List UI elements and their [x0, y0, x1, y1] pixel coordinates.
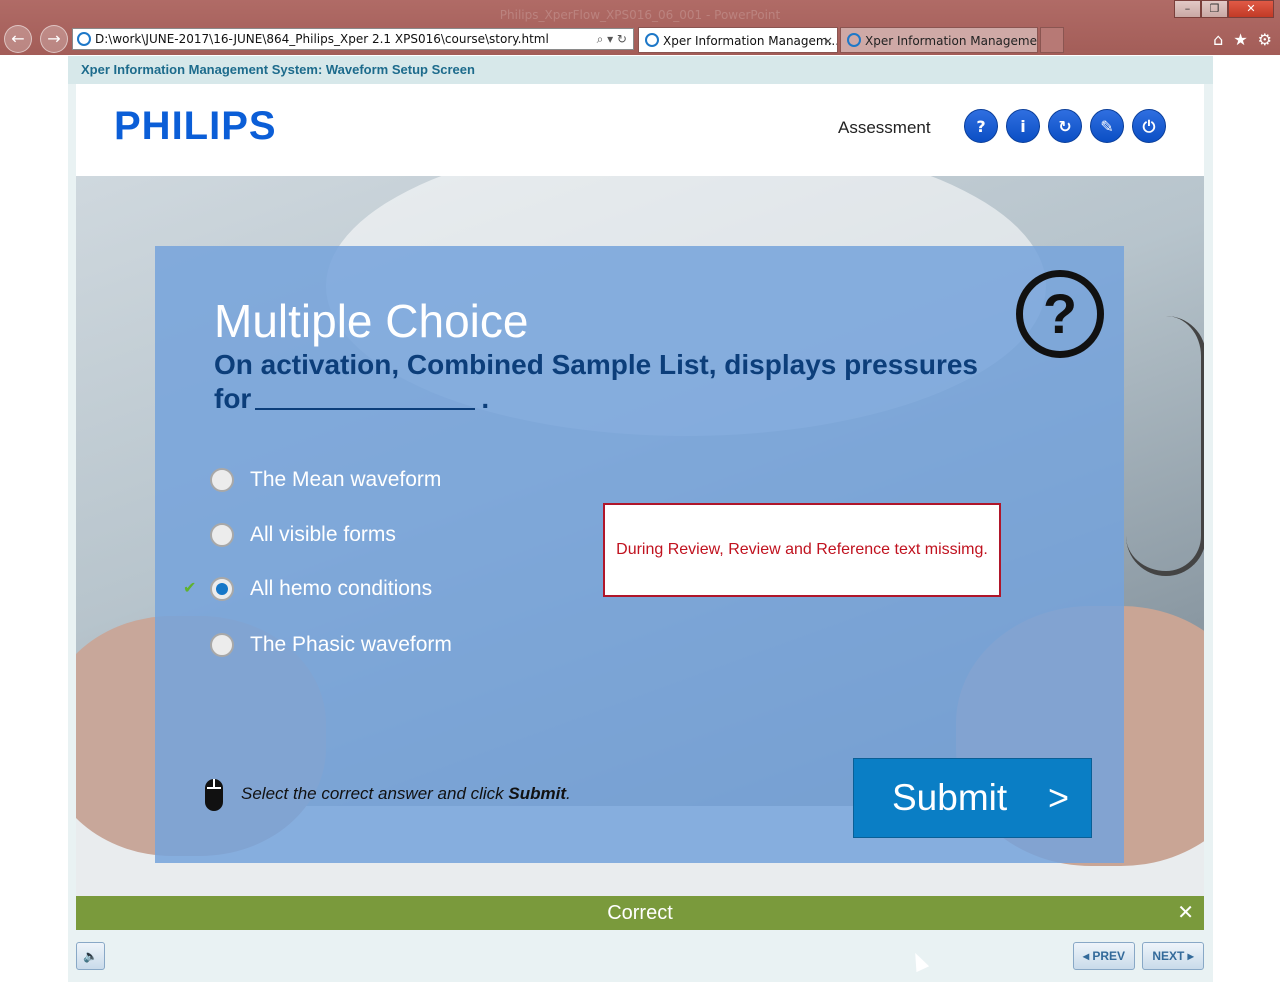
- address-url: D:\work\JUNE-2017\16-JUNE\864_Philips_Xp…: [95, 32, 549, 46]
- quiz-card: Multiple Choice On activation, Combined …: [155, 246, 1124, 863]
- course-title: Xper Information Management System: Wave…: [81, 62, 475, 77]
- feedback-close-icon[interactable]: ✕: [1177, 896, 1194, 930]
- course-header: PHILIPS Assessment ? i ↻ ✎ ⏻: [76, 84, 1204, 176]
- radio-button[interactable]: [210, 633, 234, 657]
- radio-button[interactable]: [210, 468, 234, 492]
- question-end: .: [481, 383, 490, 414]
- instruction-bold: Submit: [508, 784, 567, 803]
- radio-button[interactable]: [210, 523, 234, 547]
- mouse-icon: [205, 779, 223, 811]
- instruction-suffix: .: [566, 784, 571, 803]
- option-label: All visible forms: [250, 523, 396, 546]
- audio-toggle-button[interactable]: 🔈: [76, 942, 105, 970]
- review-note-box: During Review, Review and Reference text…: [603, 503, 1001, 597]
- favorites-star-icon[interactable]: ★: [1233, 30, 1247, 49]
- next-button[interactable]: NEXT ▸: [1142, 942, 1204, 970]
- replay-button[interactable]: ↻: [1048, 109, 1082, 143]
- tab-xper-2[interactable]: Xper Information Managemen...: [840, 27, 1038, 53]
- help-button[interactable]: ?: [964, 109, 998, 143]
- browser-toolbar: ⌂ ★ ⚙: [1213, 30, 1272, 49]
- option-all-hemo-conditions[interactable]: All hemo conditions: [210, 574, 432, 604]
- correct-check-icon: ✔: [183, 578, 197, 597]
- address-bar[interactable]: D:\work\JUNE-2017\16-JUNE\864_Philips_Xp…: [72, 28, 634, 50]
- back-button[interactable]: ←: [4, 25, 32, 53]
- question-mark-icon: ?: [1016, 270, 1104, 358]
- instruction-text: Select the correct answer and click Subm…: [241, 784, 571, 804]
- tab-xper-1[interactable]: Xper Information Managem... ×: [638, 27, 838, 53]
- course-player: Xper Information Management System: Wave…: [68, 56, 1213, 982]
- answer-blank: [255, 384, 476, 410]
- question-text: On activation, Combined Sample List, dis…: [214, 348, 1014, 416]
- settings-gear-icon[interactable]: ⚙: [1258, 30, 1272, 49]
- ie-tab-icon: [847, 33, 861, 47]
- philips-logo: PHILIPS: [114, 104, 277, 148]
- background-stethoscope: [1126, 316, 1204, 576]
- glossary-button[interactable]: ✎: [1090, 109, 1124, 143]
- submit-button[interactable]: Submit >: [853, 758, 1092, 838]
- option-all-visible-forms[interactable]: All visible forms: [210, 520, 396, 550]
- feedback-banner: Correct ✕: [76, 896, 1204, 930]
- option-label: The Mean waveform: [250, 468, 442, 491]
- submit-arrow-icon: >: [1047, 777, 1069, 818]
- restore-button[interactable]: ❐: [1201, 0, 1228, 18]
- minimize-button[interactable]: –: [1174, 0, 1201, 18]
- browser-chrome: Philips_XperFlow_XPS016_06_001 - PowerPo…: [0, 0, 1280, 55]
- instruction-prefix: Select the correct answer and click: [241, 784, 509, 803]
- tab-close-icon[interactable]: ×: [823, 28, 833, 52]
- assessment-label: Assessment: [838, 118, 931, 137]
- home-icon[interactable]: ⌂: [1213, 30, 1223, 49]
- new-tab-button[interactable]: [1040, 27, 1064, 53]
- course-title-bar: Xper Information Management System: Wave…: [68, 56, 1213, 84]
- window-title: Philips_XperFlow_XPS016_06_001 - PowerPo…: [499, 8, 781, 22]
- prev-button[interactable]: ◂ PREV: [1073, 942, 1135, 970]
- tab-label: Xper Information Managem...: [663, 34, 838, 48]
- radio-button-selected[interactable]: [210, 577, 234, 601]
- option-label: All hemo conditions: [250, 577, 433, 600]
- close-window-button[interactable]: ✕: [1228, 0, 1274, 18]
- option-mean-waveform[interactable]: The Mean waveform: [210, 465, 441, 495]
- tab-label: Xper Information Managemen...: [865, 34, 1038, 48]
- exit-button[interactable]: ⏻: [1132, 109, 1166, 143]
- submit-label: Submit: [892, 777, 1008, 818]
- forward-button[interactable]: →: [40, 25, 68, 53]
- slide-stage: Multiple Choice On activation, Combined …: [76, 176, 1204, 896]
- ie-tab-icon: [645, 33, 659, 47]
- ie-page-icon: [77, 32, 91, 46]
- window-controls: – ❐ ✕: [1174, 0, 1274, 18]
- quiz-heading: Multiple Choice: [214, 295, 529, 347]
- option-label: The Phasic waveform: [250, 633, 452, 656]
- info-button[interactable]: i: [1006, 109, 1040, 143]
- feedback-label: Correct: [607, 902, 673, 924]
- address-tools-icon[interactable]: ⌕ ▾ ↻: [597, 29, 627, 49]
- option-phasic-waveform[interactable]: The Phasic waveform: [210, 630, 452, 660]
